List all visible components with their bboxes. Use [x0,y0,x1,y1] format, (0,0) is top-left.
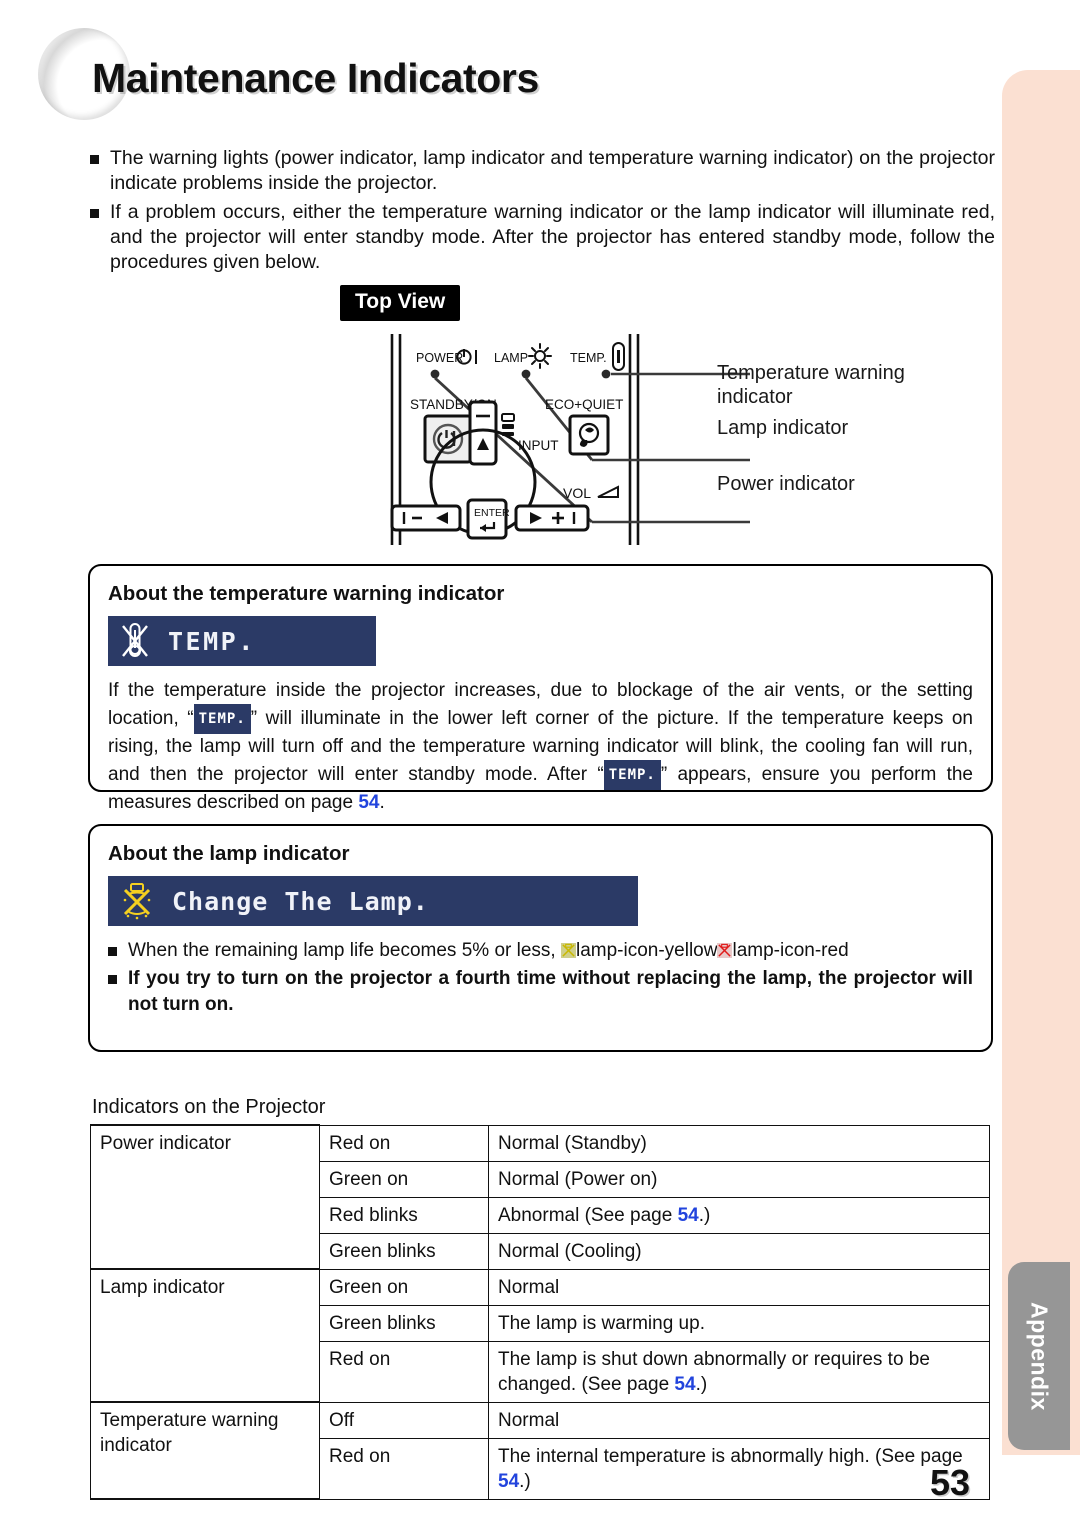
square-bullet-icon [108,947,117,956]
thermometer-crossed-icon [122,623,148,657]
page-number: 53 [930,1462,971,1503]
table-cell-state: Green blinks [319,1304,489,1342]
appendix-tab-label: Appendix [1026,1301,1053,1411]
lamp-bullet-item: When the remaining lamp life becomes 5% … [108,938,973,964]
appendix-side-tab: Appendix [1008,1262,1070,1450]
table-row: Temperature warning indicator Off Normal [90,1401,990,1500]
page-reference[interactable]: 54 [678,1205,699,1226]
callout-temperature-warning-indicator: Temperature warning indicator [717,362,905,408]
temperature-warning-section: About the temperature warning indicator … [88,564,993,813]
table-cell-state: Green on [319,1160,489,1198]
lamp-section-heading: About the lamp indicator [108,842,350,865]
lamp-crossed-icon [123,883,151,920]
svg-text:VOL: VOL [563,485,591,501]
svg-text:ENTER: ENTER [474,507,510,519]
lamp-icon-yellow [560,943,576,958]
temp-osd-label: TEMP. [168,626,256,656]
table-cell-indicator: Power indicator [90,1124,320,1270]
intro-bullet-list: The warning lights (power indicator, lam… [90,146,995,279]
temperature-section-heading: About the temperature warning indicator [108,582,505,605]
lamp-indicator-section: About the lamp indicator Change The Lamp… [88,824,993,1052]
temp-inline-chip-2: TEMP. [603,760,661,790]
temperature-section-body: If the temperature inside the projector … [108,678,973,816]
meaning-tail: .) [698,1204,711,1226]
table-cell-state: Green blinks [319,1232,489,1270]
square-bullet-icon [90,155,99,164]
table-cell-meaning: Normal (Power on) [488,1160,990,1198]
lamp-bullet-list: When the remaining lamp life becomes 5% … [108,938,973,1018]
page-reference[interactable]: 54 [674,1374,695,1395]
table-cell-state: Red on [319,1340,489,1403]
temp-inline-chip-1: TEMP. [193,704,251,734]
table-cell-state: Red on [319,1124,489,1162]
table-cell-meaning: Normal (Cooling) [488,1232,990,1270]
lamp-bullet-text: When the remaining lamp life becomes 5% … [128,938,849,964]
lamp-bullet-item-bold: If you try to turn on the projector a fo… [108,966,973,1018]
page-reference[interactable]: 54 [498,1471,519,1492]
meaning-text: The lamp is shut down abnormally or requ… [498,1348,930,1395]
meaning-tail: .) [695,1373,708,1395]
meaning-text: The internal temperature is abnormally h… [498,1445,963,1467]
intro-bullet-text: The warning lights (power indicator, lam… [110,147,995,194]
square-bullet-icon [90,209,99,218]
table-cell-indicator: Temperature warning indicator [90,1401,320,1500]
lamp-osd-label: Change The Lamp. [172,886,429,916]
table-cell-state: Red on [319,1437,489,1500]
top-view-badge: Top View [340,285,461,321]
svg-text:TEMP.: TEMP. [570,351,607,365]
meaning-text: Abnormal (See page [498,1204,678,1226]
temp-page-reference[interactable]: 54 [358,792,379,813]
lamp-bullet-part-1: When the remaining lamp life becomes 5% … [128,940,561,961]
page-accent-band [1002,70,1080,1455]
svg-text:LAMP: LAMP [494,351,528,365]
intro-bullet-item: The warning lights (power indicator, lam… [90,146,995,196]
callout-power-indicator: Power indicator [717,473,855,495]
table-cell-indicator: Lamp indicator [90,1268,320,1403]
lamp-bullet-bold-text: If you try to turn on the projector a fo… [128,968,973,1015]
table-caption: Indicators on the Projector [92,1096,326,1118]
callout-lamp-indicator: Lamp indicator [717,417,849,439]
table-row: Lamp indicator Green on Normal [90,1268,990,1403]
table-cell-state: Red blinks [319,1196,489,1234]
svg-text:POWER: POWER [416,351,463,365]
temp-body-part-4: . [379,792,385,813]
table-cell-meaning: Normal [488,1401,990,1439]
projector-diagram-svg: POWER LAMP TEMP. STANDBY/ON INPUT ECO+QU… [390,334,750,545]
table-cell-meaning: The lamp is warming up. [488,1304,990,1342]
lamp-icon-red [717,943,733,958]
table-cell-meaning: The lamp is shut down abnormally or requ… [488,1340,990,1403]
table-cell-meaning: The internal temperature is abnormally h… [488,1437,990,1500]
temp-osd-banner: TEMP. [108,616,376,666]
page-content: Maintenance Indicators The warning light… [0,0,1010,1529]
lamp-osd-banner: Change The Lamp. [108,876,638,926]
lamp-bullet-part-2: lamp-icon-yellow [575,940,718,961]
page-title: Maintenance Indicators [92,55,539,101]
table-cell-meaning: Abnormal (See page 54.) [488,1196,990,1234]
table-row: Power indicator Red on Normal (Standby) [90,1124,990,1270]
svg-text:ECO+QUIET: ECO+QUIET [545,397,623,412]
indicators-table: Power indicator Red on Normal (Standby) … [90,1124,990,1500]
intro-bullet-text: If a problem occurs, either the temperat… [110,201,995,273]
meaning-tail: .) [519,1470,531,1492]
table-cell-state: Off [319,1401,489,1439]
projector-top-view-diagram: POWER LAMP TEMP. STANDBY/ON INPUT ECO+QU… [330,330,750,545]
table-cell-meaning: Normal [488,1268,990,1306]
table-cell-meaning: Normal (Standby) [488,1124,990,1162]
square-bullet-icon [108,975,117,984]
intro-bullet-item: If a problem occurs, either the temperat… [90,200,995,275]
lamp-bullet-part-3: lamp-icon-red [732,940,849,961]
table-cell-state: Green on [319,1268,489,1306]
